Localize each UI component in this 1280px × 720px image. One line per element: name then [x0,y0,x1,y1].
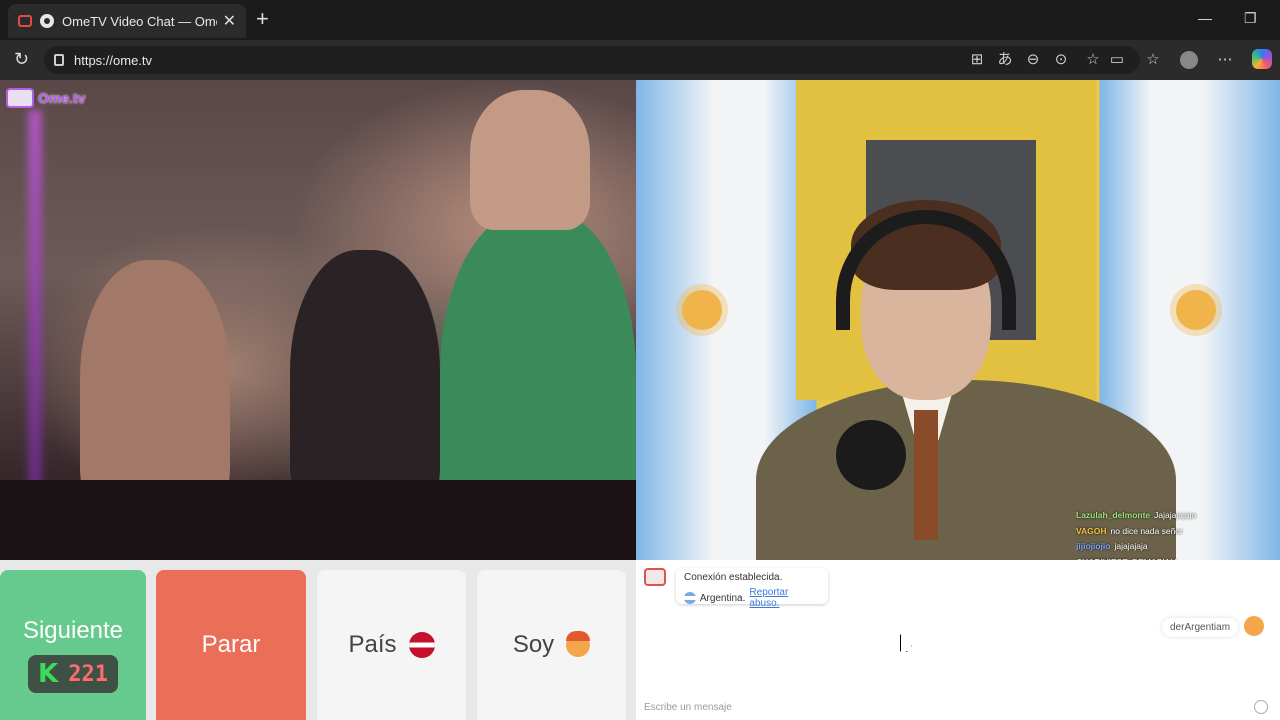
report-abuse-link[interactable]: Reportar abuso. [749,587,820,609]
chat-username: jijiojiojio [1076,541,1111,552]
next-button[interactable]: Siguiente K 221 [0,570,146,720]
streamer-avatar [1244,616,1264,636]
browser-tab-bar: OmeTV Video Chat — Omegl ✕ + — ❐ [0,0,1280,40]
browser-tab[interactable]: OmeTV Video Chat — Omegl ✕ [8,4,246,38]
emoji-icon[interactable] [1254,700,1268,714]
lock-icon[interactable] [54,54,64,66]
gender-label: Soy [512,631,555,658]
tab-title: OmeTV Video Chat — Omegl [62,13,217,29]
close-tab-icon[interactable]: ✕ [223,11,236,31]
gender-button[interactable]: Soy [477,570,626,720]
flag-sun-icon [682,290,722,330]
chat-username: Lazulah_delmonte [1076,510,1151,520]
stream-chat-line: jijiojiojio jajajajaja [1076,539,1280,555]
flag-sun-icon [1176,290,1216,330]
k-coin-icon: K [38,659,59,689]
apps-icon[interactable]: ⊞ [968,51,986,69]
boy-face-icon [566,631,591,657]
stream-chat-line: VAGOH no dice nada señor [1076,524,1280,540]
new-tab-button[interactable]: + [256,8,269,30]
stop-button[interactable]: Parar [156,570,306,720]
person-right-head [470,90,590,230]
restore-icon[interactable]: ❐ [1244,10,1257,27]
zoom-out-icon[interactable]: ⊖ [1024,51,1042,69]
connection-status: Conexión establecida. [684,572,783,583]
led-strip [28,110,42,510]
stop-label: Parar [201,631,261,658]
coin-counter: K 221 [28,655,118,693]
message-input[interactable]: Escribe un mensaje [644,702,732,713]
address-bar: ↻ https://ome.tv ⊞ あ ⊖ ⊙ ☆ ▭ ☆ ⋯ [0,40,1280,80]
country-button[interactable]: País [317,570,466,720]
country-label: País [348,631,397,658]
reload-icon[interactable]: ↻ [14,49,29,70]
tie [914,410,938,540]
minimize-icon[interactable]: — [1198,10,1212,26]
more-page-icon[interactable]: ⊙ [1052,51,1070,69]
site-favicon-icon [40,14,54,28]
self-video [636,80,1280,560]
ometv-bot-icon [644,568,666,586]
profile-avatar-icon[interactable] [1180,51,1198,69]
translate-icon[interactable]: あ [996,51,1014,69]
video-capture-icon[interactable]: ▭ [1108,51,1126,69]
chat-text: no dice nada señor [1110,525,1183,536]
media-playing-icon [18,15,32,27]
chat-panel: Conexión establecida. Argentina. Reporta… [636,560,1280,720]
favorites-list-icon[interactable]: ☆ [1144,51,1162,69]
counter-value: 221 [68,661,108,687]
copilot-icon[interactable] [1252,49,1272,69]
mouse-cursor-icon [900,634,912,652]
microphone [836,420,906,490]
chat-username: VAGOH [1076,525,1107,536]
chat-text: Jajajajajaja [1154,510,1197,520]
streamer-tag: derArgentiam [1162,618,1239,637]
system-message: Conexión establecida. Argentina. Reporta… [676,568,828,609]
url-text: https://ome.tv [74,52,153,68]
stream-chat-line: Lazulah_delmonte Jajajajajaja [1076,508,1280,524]
logo-text: Ome.tv [38,90,86,106]
flag-icon [408,632,435,658]
menu-icon[interactable]: ⋯ [1216,51,1234,69]
favorite-icon[interactable]: ☆ [1084,51,1102,69]
table-surface [0,480,636,560]
stranger-video: Ome.tv [0,80,636,560]
control-panel: Siguiente K 221 Parar País Soy [0,560,636,720]
next-label: Siguiente [22,617,124,644]
ometv-logo: Ome.tv [6,88,85,108]
tv-icon [6,88,34,108]
argentina-flag-icon [684,592,696,604]
country-text: Argentina. [699,592,746,604]
chat-text: jajajajaja [1114,541,1148,552]
